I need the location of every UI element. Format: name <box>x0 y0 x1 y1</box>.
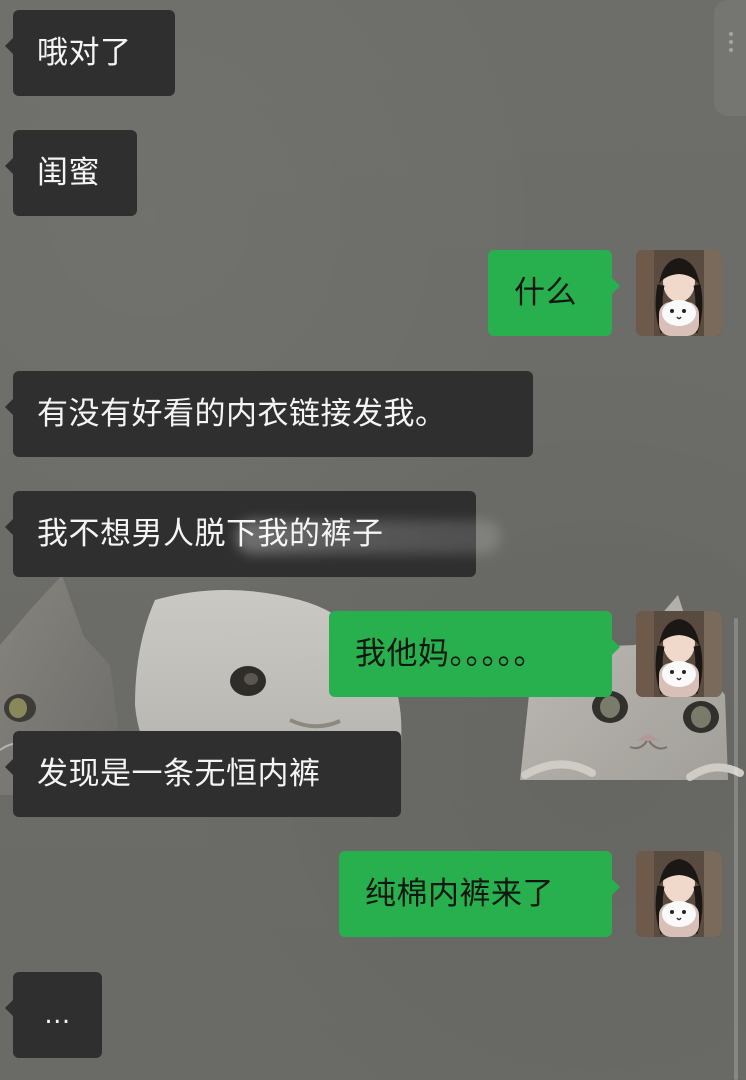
scrollbar[interactable] <box>734 618 738 1080</box>
message-text: 有没有好看的内衣链接发我。 <box>37 395 447 432</box>
chat-bubble-incoming: 有没有好看的内衣链接发我。 <box>5 371 533 457</box>
chat-bubble-outgoing: 什么 <box>488 250 620 336</box>
chat-bubble-incoming: 闺蜜 <box>5 130 137 216</box>
message-text: ... <box>44 1000 71 1030</box>
message-text: 哦对了 <box>37 34 132 71</box>
message-text: 发现是一条无恒内裤 <box>37 755 321 792</box>
user-avatar <box>636 851 722 937</box>
message-text: 什么 <box>514 274 577 311</box>
message-obscured-overlay <box>236 520 501 554</box>
message-text: 纯棉内裤来了 <box>365 875 554 912</box>
message-text: 我他妈。。。。。 <box>355 635 545 672</box>
user-avatar <box>636 611 722 697</box>
user-avatar <box>636 250 722 336</box>
vertical-dots-icon[interactable] <box>728 32 734 56</box>
message-text: 闺蜜 <box>37 154 100 191</box>
chat-bubble-outgoing: 我他妈。。。。。 <box>329 611 620 697</box>
chat-bubble-outgoing: 纯棉内裤来了 <box>339 851 620 937</box>
scroll-area-indicator <box>714 0 746 116</box>
chat-bubble-incoming: ... <box>5 972 102 1058</box>
chat-bubble-incoming: 哦对了 <box>5 10 175 96</box>
chat-bubble-incoming: 发现是一条无恒内裤 <box>5 731 401 817</box>
